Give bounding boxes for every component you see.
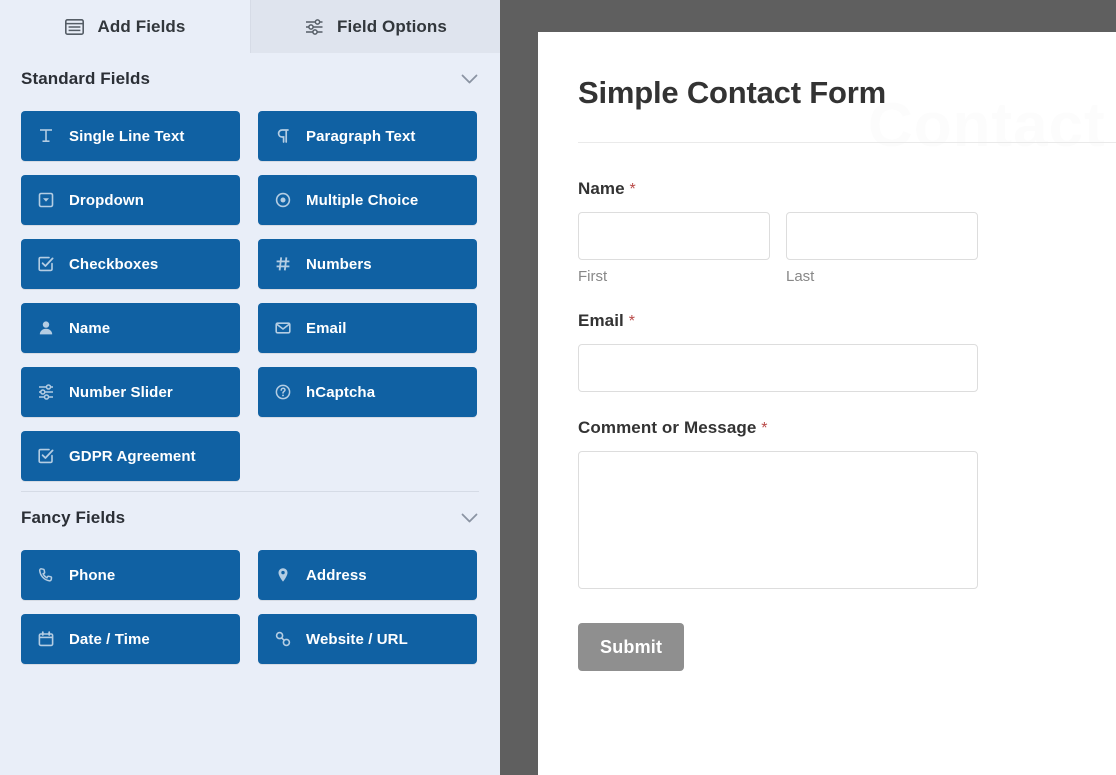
field-label: Multiple Choice xyxy=(306,191,419,209)
section-header-standard-fields[interactable]: Standard Fields xyxy=(0,53,500,105)
form-field-email: Email * xyxy=(578,311,1116,393)
field-label: Numbers xyxy=(306,255,372,273)
name-first-group: First xyxy=(578,212,770,285)
field-label: Paragraph Text xyxy=(306,127,416,145)
field-button-name[interactable]: Name xyxy=(21,303,240,353)
required-marker: * xyxy=(761,420,768,438)
hash-icon xyxy=(274,255,292,273)
field-label: Number Slider xyxy=(69,383,173,401)
field-button-hcaptcha[interactable]: hCaptcha xyxy=(258,367,477,417)
field-button-multiple-choice[interactable]: Multiple Choice xyxy=(258,175,477,225)
field-button-single-line-text[interactable]: Single Line Text xyxy=(21,111,240,161)
tab-add-fields[interactable]: Add Fields xyxy=(0,0,250,53)
section-title-standard-fields: Standard Fields xyxy=(21,69,151,88)
builder-sidebar: Add Fields Field Options Standard Fields… xyxy=(0,0,500,775)
field-label: Address xyxy=(306,566,367,584)
calendar-icon xyxy=(37,630,55,648)
field-label: GDPR Agreement xyxy=(69,447,196,465)
field-label: Email xyxy=(306,319,347,337)
fancy-fields-grid: Phone Address Date / Time Website / URL xyxy=(0,544,500,664)
field-label: Phone xyxy=(69,566,116,584)
user-icon xyxy=(37,319,55,337)
map-pin-icon xyxy=(274,566,292,584)
name-last-group: Last xyxy=(786,212,978,285)
field-button-date-time[interactable]: Date / Time xyxy=(21,614,240,664)
field-label: Dropdown xyxy=(69,191,144,209)
checkbox-checked-icon xyxy=(37,447,55,465)
section-title-fancy-fields: Fancy Fields xyxy=(21,508,126,527)
submit-button[interactable]: Submit xyxy=(578,623,685,672)
dropdown-caret-icon xyxy=(37,191,55,209)
field-button-number-slider[interactable]: Number Slider xyxy=(21,367,240,417)
email-input[interactable] xyxy=(578,344,978,393)
field-label-email: Email * xyxy=(578,311,1116,331)
required-marker: * xyxy=(629,181,636,199)
field-label: Name xyxy=(69,319,111,337)
field-button-website-url[interactable]: Website / URL xyxy=(258,614,477,664)
field-label: Checkboxes xyxy=(69,255,159,273)
field-label: hCaptcha xyxy=(306,383,376,401)
checkbox-checked-icon xyxy=(37,255,55,273)
builder-tabs: Add Fields Field Options xyxy=(0,0,500,53)
form-field-name: Name * First Last xyxy=(578,179,1116,285)
chevron-down-icon[interactable] xyxy=(461,74,478,85)
tab-field-options-label: Field Options xyxy=(337,16,447,36)
chevron-down-icon[interactable] xyxy=(461,513,478,524)
field-button-dropdown[interactable]: Dropdown xyxy=(21,175,240,225)
message-textarea[interactable] xyxy=(578,451,978,590)
form-preview-card: Contact Form Simple Contact Form Name * … xyxy=(538,32,1116,775)
sliders-icon xyxy=(37,383,55,401)
field-button-address[interactable]: Address xyxy=(258,550,477,600)
fields-scroll-area[interactable]: Standard Fields Single Line Text Paragra… xyxy=(0,53,500,775)
field-button-checkboxes[interactable]: Checkboxes xyxy=(21,239,240,289)
form-builder-screen: Add Fields Field Options Standard Fields… xyxy=(0,0,1116,775)
field-label: Website / URL xyxy=(306,630,408,648)
standard-fields-grid: Single Line Text Paragraph Text Dropdown… xyxy=(0,105,500,481)
field-label-text: Comment or Message xyxy=(578,418,757,438)
field-label-message: Comment or Message * xyxy=(578,418,1116,438)
name-last-sublabel: Last xyxy=(786,268,815,286)
form-field-message: Comment or Message * xyxy=(578,418,1116,590)
page-title: Simple Contact Form xyxy=(578,75,886,110)
add-fields-icon xyxy=(65,17,85,37)
field-label-text: Name xyxy=(578,179,625,199)
sliders-icon xyxy=(304,17,324,37)
tab-add-fields-label: Add Fields xyxy=(97,16,186,36)
field-label-text: Email xyxy=(578,311,624,331)
link-icon xyxy=(274,630,292,648)
field-button-numbers[interactable]: Numbers xyxy=(258,239,477,289)
form-fields: Name * First Last Email * Comment or Mes… xyxy=(578,111,1116,672)
field-label-name: Name * xyxy=(578,179,1116,199)
name-subfields-row: First Last xyxy=(578,212,1116,285)
name-last-input[interactable] xyxy=(786,212,978,261)
field-label: Date / Time xyxy=(69,630,150,648)
field-button-gdpr-agreement[interactable]: GDPR Agreement xyxy=(21,431,240,481)
pilcrow-icon xyxy=(274,127,292,145)
radio-button-icon xyxy=(274,191,292,209)
field-button-email[interactable]: Email xyxy=(258,303,477,353)
section-header-fancy-fields[interactable]: Fancy Fields xyxy=(0,492,500,544)
field-button-phone[interactable]: Phone xyxy=(21,550,240,600)
form-preview-overlay: Contact Form Simple Contact Form Name * … xyxy=(500,0,1116,775)
field-label: Single Line Text xyxy=(69,127,185,145)
field-button-paragraph-text[interactable]: Paragraph Text xyxy=(258,111,477,161)
envelope-icon xyxy=(274,319,292,337)
name-first-sublabel: First xyxy=(578,268,608,286)
text-cursor-icon xyxy=(37,127,55,145)
required-marker: * xyxy=(628,313,636,331)
phone-icon xyxy=(37,566,55,584)
question-circle-icon xyxy=(274,383,292,401)
name-first-input[interactable] xyxy=(578,212,770,261)
tab-field-options[interactable]: Field Options xyxy=(250,0,500,53)
